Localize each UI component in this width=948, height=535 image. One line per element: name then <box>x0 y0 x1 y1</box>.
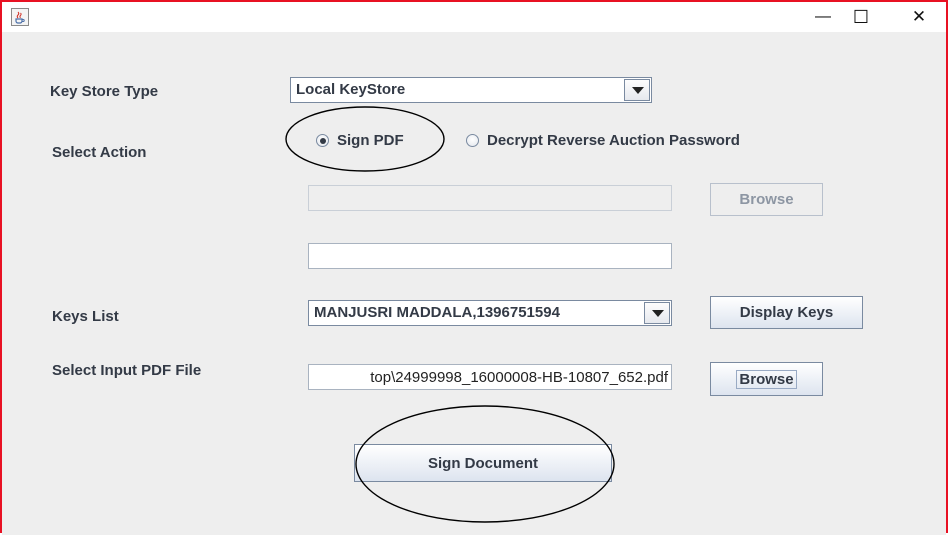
browse-button-disabled: Browse <box>710 183 823 216</box>
keys-list-combo[interactable]: MANJUSRI MADDALA,1396751594 <box>308 300 672 326</box>
key-store-type-label: Key Store Type <box>50 83 159 100</box>
java-coffee-cup-icon <box>11 8 29 26</box>
input-pdf-path-value: top\24999998_16000008-HB-10807_652.pdf <box>370 369 668 386</box>
input-pdf-path-field[interactable]: top\24999998_16000008-HB-10807_652.pdf <box>308 364 672 390</box>
app-window: — ☐ ✕ Key Store Type Local KeyStore Sele… <box>0 0 948 535</box>
title-bar: — ☐ ✕ <box>2 2 946 32</box>
key-store-dropdown-button[interactable] <box>624 79 650 101</box>
password-field[interactable] <box>308 243 672 269</box>
disabled-path-field <box>308 185 672 211</box>
radio-decrypt-password[interactable]: Decrypt Reverse Auction Password <box>466 132 740 149</box>
input-pdf-label: Select Input PDF File <box>52 362 202 379</box>
close-icon: ✕ <box>911 7 927 26</box>
form-panel: Key Store Type Local KeyStore Select Act… <box>2 32 946 535</box>
close-button[interactable]: ✕ <box>896 2 942 32</box>
keys-list-value: MANJUSRI MADDALA,1396751594 <box>314 304 560 321</box>
radio-checked-icon <box>316 134 329 147</box>
select-action-label: Select Action <box>52 144 147 161</box>
keys-list-dropdown-button[interactable] <box>644 302 670 324</box>
radio-unchecked-icon <box>466 134 479 147</box>
radio-decrypt-label: Decrypt Reverse Auction Password <box>487 132 740 149</box>
display-keys-button[interactable]: Display Keys <box>710 296 863 329</box>
key-store-type-combo[interactable]: Local KeyStore <box>290 77 652 103</box>
radio-sign-pdf-label: Sign PDF <box>337 132 404 149</box>
key-store-type-value: Local KeyStore <box>296 81 406 98</box>
sign-document-button[interactable]: Sign Document <box>354 444 612 482</box>
chevron-down-icon <box>652 310 664 317</box>
radio-sign-pdf[interactable]: Sign PDF <box>316 132 404 149</box>
browse-pdf-button[interactable]: Browse <box>710 362 823 396</box>
maximize-icon: ☐ <box>852 6 870 27</box>
keys-list-label: Keys List <box>52 308 119 325</box>
chevron-down-icon <box>632 87 644 94</box>
maximize-button[interactable]: ☐ <box>838 2 884 32</box>
minimize-icon: — <box>815 8 831 25</box>
